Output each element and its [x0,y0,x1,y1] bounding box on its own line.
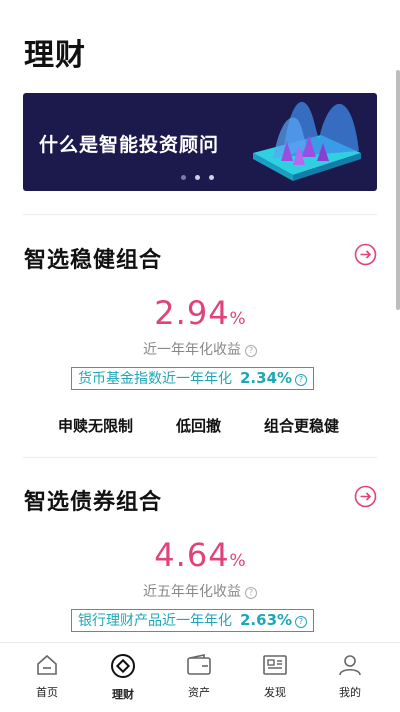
section-title: 智选债券组合 [24,490,163,515]
question-icon[interactable]: ? [295,374,308,386]
carousel-dot[interactable] [209,175,214,180]
wallet-icon [187,654,211,675]
scrollbar[interactable] [396,70,400,310]
tab-profile[interactable]: 我的 [320,653,380,700]
rate-unit: % [229,309,246,329]
finance-icon [111,654,135,678]
rate-unit: % [229,551,246,571]
rate-value: 4.64 [154,536,230,574]
benchmark-value: 2.34% [240,369,293,387]
tab-discover[interactable]: 发现 [245,653,305,700]
annual-return-rate: 4.64% [0,536,400,574]
profile-icon [339,655,361,676]
tab-label: 首页 [36,686,58,699]
section-title: 智选稳健组合 [24,248,163,273]
annual-return-rate: 2.94% [0,294,400,332]
question-icon[interactable]: ? [295,616,308,628]
tab-label: 我的 [339,686,361,699]
carousel-dot[interactable] [195,175,200,180]
rate-label: 近一年年化收益? [0,339,400,359]
question-icon[interactable]: ? [245,345,257,357]
bottom-tab-bar: 首页 理财 资产 发现 我的 [0,642,400,712]
rate-label-text: 近一年年化收益 [143,342,241,358]
page-title: 理财 [24,38,86,73]
tab-home[interactable]: 首页 [17,653,77,700]
rate-label: 近五年年化收益? [0,581,400,601]
banner-illustration [253,101,361,181]
feature-item: 申赎无限制 [58,417,134,435]
tab-assets[interactable]: 资产 [169,653,229,700]
carousel-dot[interactable] [181,175,186,180]
tab-finance[interactable]: 理财 [93,653,153,702]
feature-item: 组合更稳健 [264,417,340,435]
divider [23,457,377,458]
banner-text: 什么是智能投资顾问 [39,134,220,156]
benchmark-badge: 银行理财产品近一年年化 2.63%? [71,609,315,632]
tab-label: 资产 [188,686,210,699]
home-icon [37,654,57,675]
rate-value: 2.94 [154,294,230,332]
question-icon[interactable]: ? [245,587,257,599]
feature-item: 低回撤 [176,417,222,435]
benchmark-label: 银行理财产品近一年年化 [78,613,232,629]
carousel-dots[interactable] [181,175,214,180]
benchmark-badge: 货币基金指数近一年年化 2.34%? [71,367,315,390]
arrow-right-circle-icon[interactable] [354,485,377,508]
tab-label: 发现 [264,686,286,699]
banner[interactable]: 什么是智能投资顾问 [23,93,377,191]
news-icon [263,655,287,675]
arrow-right-circle-icon[interactable] [354,243,377,266]
rate-label-text: 近五年年化收益 [143,584,241,600]
benchmark-value: 2.63% [240,611,293,629]
divider [23,214,377,215]
tab-label: 理财 [112,688,134,701]
benchmark-label: 货币基金指数近一年年化 [78,371,232,387]
